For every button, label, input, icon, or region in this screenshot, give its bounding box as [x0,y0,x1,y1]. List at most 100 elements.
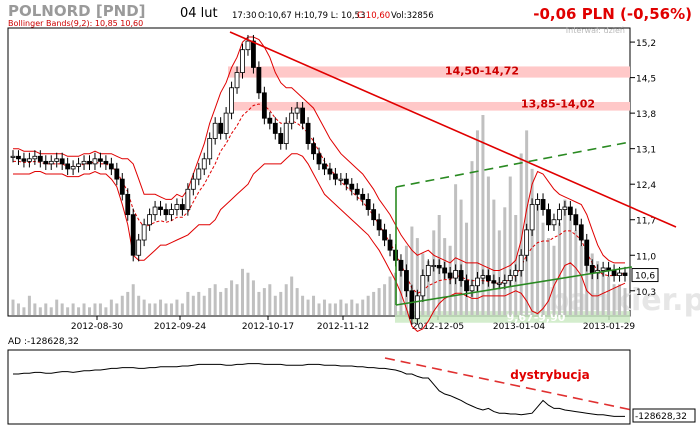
x-tick-label: 2013-01-29 [583,322,636,332]
candle-body [507,275,513,282]
candle-body [16,155,21,160]
candle-body [578,224,584,241]
volume-bar [481,115,485,315]
volume-bar [60,303,64,315]
candle-body [562,206,568,210]
volume-bar [175,299,179,315]
volume-bar [126,291,130,315]
candle-body [431,265,437,268]
candle-body [343,178,349,185]
candle-body [305,122,311,144]
volume-bar [38,307,42,315]
volume-bar [366,295,370,315]
y-tick-label: 12,4 [636,181,656,191]
y-tick-label: 13,8 [636,110,656,120]
candle-body [43,160,49,165]
volume-bar [71,303,75,315]
candle-body [420,275,426,297]
candle-body [108,163,114,170]
candle-body [130,214,136,256]
volume-bar [142,299,146,315]
bollinger-legend: Bollinger Bands(9,2): 10,85 10,60 [8,19,143,28]
volume-bar [27,295,31,315]
candle-body [480,275,486,279]
volume-bar [197,291,201,315]
candle-body [453,270,459,279]
volume-bar [459,199,463,315]
ticker-title: POLNORD [PND] [8,2,146,20]
volume-bar [224,288,228,315]
candle-body [234,72,240,89]
volume-bar [77,307,81,315]
candle-body [316,153,322,165]
volume-bar [333,303,337,315]
candle-body [360,193,366,200]
volume-bar [372,291,376,315]
candle-body [185,188,191,210]
volume-bar [131,284,135,315]
volume-bar [568,215,572,315]
volume-bar [503,207,507,315]
header-time: 17:30 [232,11,257,21]
volume-bar [11,299,15,315]
volume-bar [322,299,326,315]
candle-body [125,193,131,216]
candle-body [398,259,404,271]
candle-body [21,158,27,162]
y-tick-label: 13,1 [636,146,656,156]
y-tick-label: 11,0 [636,252,656,262]
candle-body [404,270,409,292]
candle-body [425,265,431,276]
candle-body [245,40,251,51]
candle-body [289,112,295,124]
stock-chart: bankier.pl15,214,513,813,112,411,711,010… [7,2,700,425]
candle-body [81,160,87,165]
volume-bar [301,295,305,315]
candle-body [294,107,300,114]
candle-body [518,254,524,271]
header-date: 04 lut [180,6,218,21]
volume-bar [492,199,496,315]
candle-body [141,224,147,241]
candle-body [37,155,43,162]
candle-body [229,87,234,114]
candle-body [223,112,229,134]
volume-bar [618,284,622,315]
volume-bar [355,303,359,315]
candle-body [119,178,125,195]
candle-body [267,117,273,124]
volume-bar [350,299,354,315]
candle-body [376,219,382,231]
volume-bar [273,295,277,315]
candle-body [10,155,16,158]
candle-body [469,285,475,292]
candle-body [327,168,333,175]
candle-body [535,199,540,205]
header-close: C:10,60 [357,11,390,21]
candle-body [349,183,355,190]
volume-bar [202,295,206,315]
candle-body [567,206,573,216]
volume-bar [388,276,392,315]
volume-bar [525,130,529,315]
ad-panel-frame [7,349,631,425]
volume-bar [547,238,550,315]
volume-bar [574,230,578,315]
volume-bar [541,222,545,315]
candle-body [48,160,54,165]
volume-bar [290,276,294,315]
x-tick-label: 2012-08-30 [71,322,124,332]
volume-bar [98,303,102,315]
volume-bar [361,299,365,315]
volume-bar [344,303,348,315]
volume-bar [486,176,490,315]
candle-body [589,265,595,274]
volume-bar [383,284,387,315]
volume-bar [328,303,332,315]
candle-body [322,163,327,170]
candle-body [458,270,464,282]
zone-label: 14,50-14,72 [445,65,519,78]
candle-body [251,40,256,68]
x-tick-label: 2012-10-17 [242,322,294,332]
volume-bar [623,288,627,315]
